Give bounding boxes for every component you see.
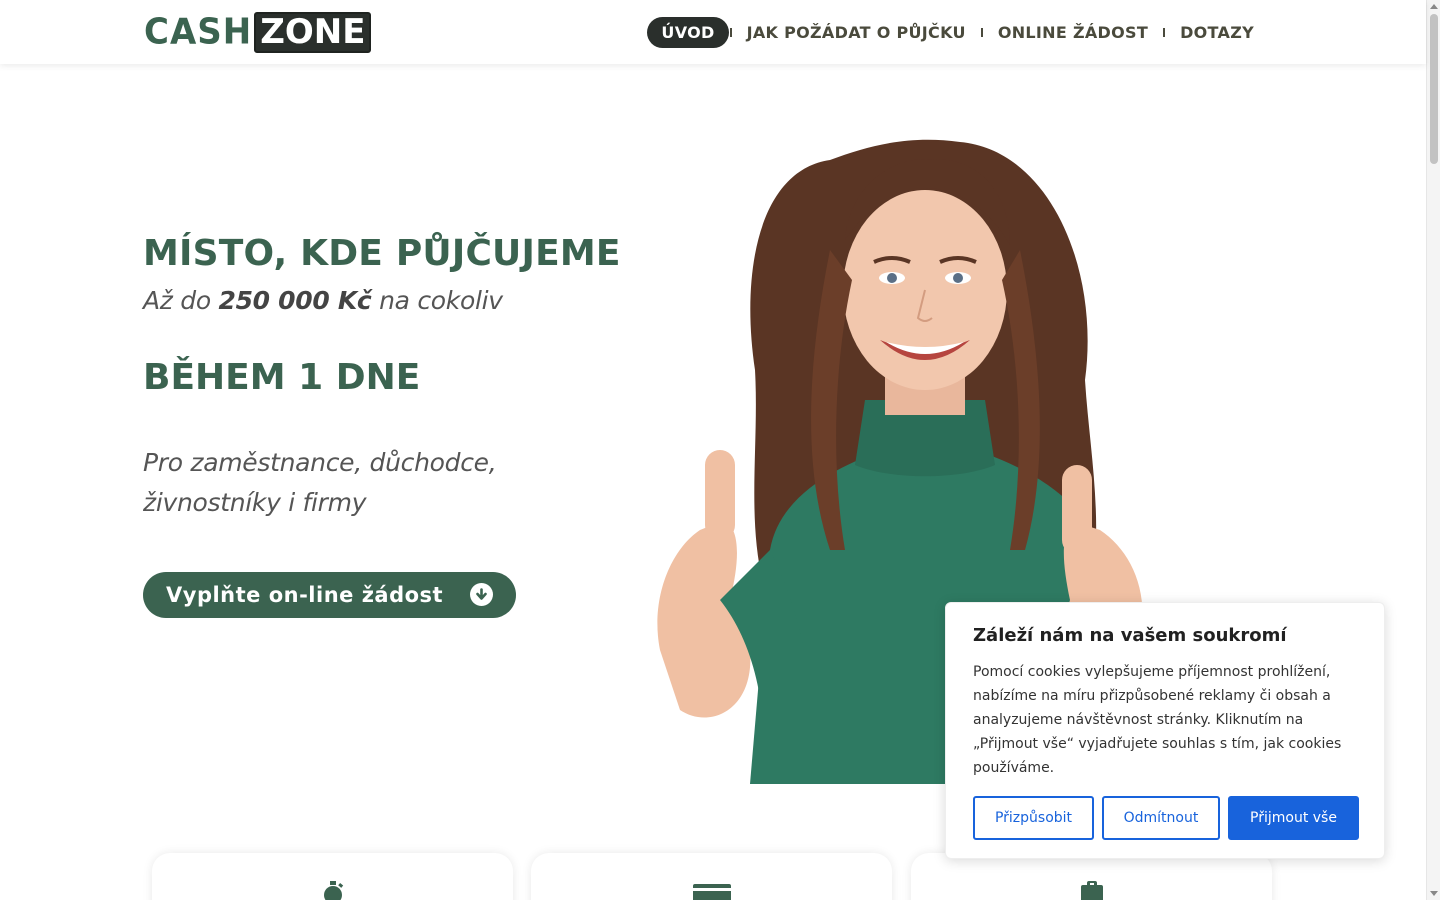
credit-card-icon [692, 881, 732, 900]
cta-label: Vyplňte on-line žádost [166, 583, 444, 607]
feature-card [911, 853, 1272, 900]
arrow-down-circle-icon [470, 583, 493, 606]
nav-separator [1163, 28, 1166, 37]
logo-text-cash: CASH [144, 10, 253, 53]
hero-title-secondary: BĚHEM 1 DNE [143, 357, 421, 398]
hero-subtitle-post: na cokoliv [371, 286, 503, 315]
logo-text-zone: ZONE [254, 12, 372, 53]
site-header: CASH ZONE ÚVOD JAK POŽÁDAT O PŮJČKU ONLI… [0, 0, 1426, 64]
nav-separator [980, 28, 983, 37]
online-application-button[interactable]: Vyplňte on-line žádost [143, 572, 516, 618]
scrollbar-thumb[interactable] [1430, 14, 1438, 164]
hero-subtitle-pre: Až do [143, 286, 219, 315]
scroll-down-arrow-icon[interactable] [1430, 891, 1438, 896]
hero-title: MÍSTO, KDE PŮJČUJEME [143, 233, 621, 274]
page-scrollbar[interactable] [1426, 0, 1440, 900]
nav-item-online-zadost[interactable]: ONLINE ŽÁDOST [984, 17, 1162, 48]
nav-separator [729, 28, 732, 37]
clipboard-icon [1079, 881, 1105, 900]
nav-item-jak-pozadat[interactable]: JAK POŽÁDAT O PŮJČKU [733, 17, 980, 48]
feature-card [531, 853, 892, 900]
hero-subtitle-amount: 250 000 Kč [218, 286, 372, 315]
accept-all-button[interactable]: Přijmout vše [1228, 796, 1359, 840]
stopwatch-icon [320, 881, 346, 900]
customize-button[interactable]: Přizpůsobit [973, 796, 1094, 840]
nav-item-uvod[interactable]: ÚVOD [647, 17, 729, 48]
feature-card [152, 853, 513, 900]
main-nav: ÚVOD JAK POŽÁDAT O PŮJČKU ONLINE ŽÁDOST … [647, 17, 1268, 48]
hero-subtitle: Až do 250 000 Kč na cokoliv [143, 286, 503, 315]
cookie-title: Záleží nám na vašem soukromí [973, 625, 1287, 646]
cookie-text: Pomocí cookies vylepšujeme příjemnost pr… [973, 664, 1342, 776]
scroll-up-arrow-icon[interactable] [1430, 4, 1438, 9]
cookie-consent-dialog: Záleží nám na vašem soukromí Pomocí cook… [945, 602, 1385, 859]
reject-button[interactable]: Odmítnout [1102, 796, 1220, 840]
nav-item-dotazy[interactable]: DOTAZY [1166, 17, 1268, 48]
hero-description: Pro zaměstnance, důchodce, živnostníky i… [143, 448, 497, 517]
cashzone-logo[interactable]: CASH ZONE [144, 10, 372, 53]
